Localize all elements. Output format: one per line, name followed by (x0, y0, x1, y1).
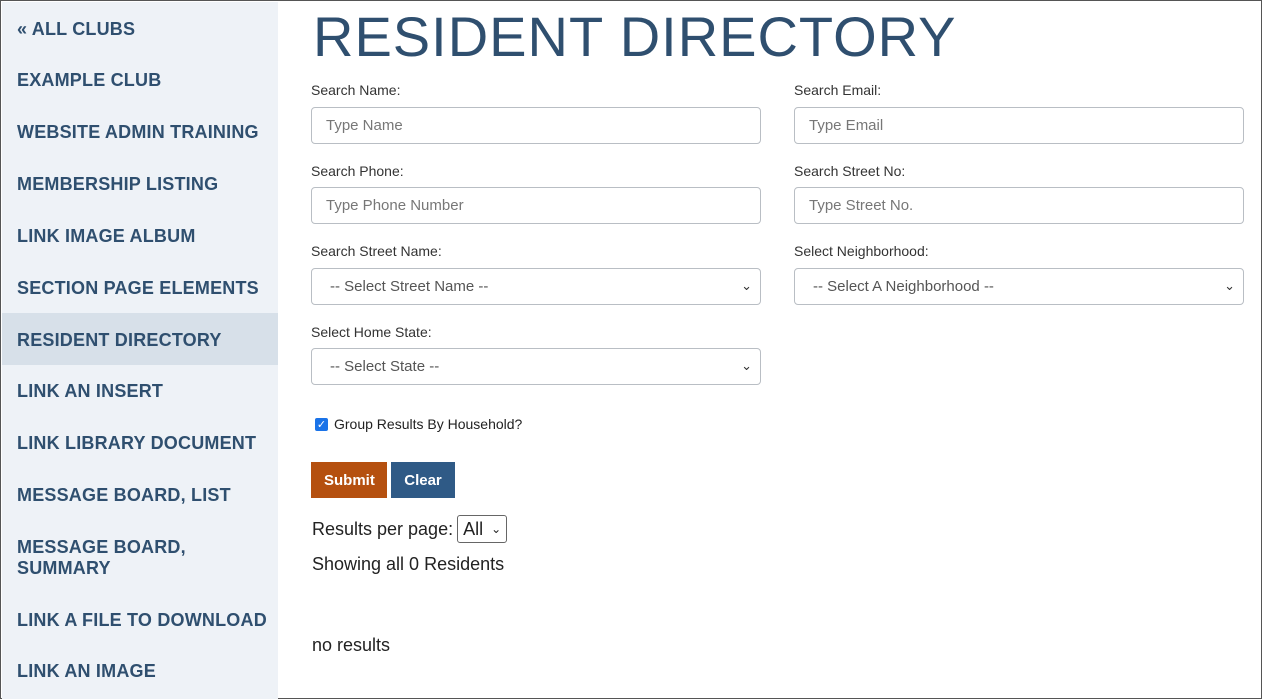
sidebar-item-link-image-album[interactable]: LINK IMAGE ALBUM (2, 226, 278, 247)
chevron-down-icon: ⌄ (1224, 278, 1235, 293)
results-count-text: Showing all 0 Residents (312, 554, 505, 574)
neighborhood-select[interactable]: -- Select A Neighborhood -- ⌄ (794, 268, 1244, 305)
group-by-household-checkbox[interactable]: ✓ (315, 417, 328, 431)
results-per-page-select[interactable]: All ⌄ (457, 515, 508, 543)
submit-button[interactable]: Submit (311, 462, 387, 498)
results-per-page-value: All (463, 518, 484, 539)
search-street-name-label: Search Street Name: (311, 243, 442, 259)
group-by-household-label[interactable]: Group Results By Household? (334, 416, 522, 432)
sidebar-item-message-board-list[interactable]: MESSAGE BOARD, LIST (2, 485, 278, 506)
search-email-label: Search Email: (794, 82, 882, 98)
neighborhood-select-value: -- Select A Neighborhood -- (813, 278, 994, 295)
sidebar-item-resident-directory[interactable]: RESIDENT DIRECTORY (2, 313, 278, 365)
chevron-down-icon: ⌄ (491, 522, 502, 536)
search-phone-input[interactable] (311, 187, 761, 224)
sidebar-item-section-page-elements[interactable]: SECTION PAGE ELEMENTS (2, 278, 278, 299)
select-home-state-label: Select Home State: (311, 324, 432, 340)
street-name-select-value: -- Select Street Name -- (330, 278, 489, 295)
sidebar: « ALL CLUBS EXAMPLE CLUB WEBSITE ADMIN T… (2, 2, 278, 699)
search-street-no-input[interactable] (794, 187, 1244, 224)
results-per-page-label: Results per page: (312, 518, 454, 539)
results-per-page-row: Results per page: All ⌄ (312, 515, 508, 543)
search-email-input[interactable] (794, 107, 1244, 144)
clear-button[interactable]: Clear (391, 462, 455, 498)
select-neighborhood-label: Select Neighborhood: (794, 243, 929, 259)
home-state-select-value: -- Select State -- (330, 358, 440, 375)
chevron-down-icon: ⌄ (741, 278, 752, 293)
sidebar-item-membership-listing[interactable]: MEMBERSHIP LISTING (2, 174, 278, 195)
main-content: RESIDENT DIRECTORY Search Name: Search E… (278, 2, 1261, 698)
sidebar-item-website-admin-training[interactable]: WEBSITE ADMIN TRAINING (2, 122, 278, 143)
sidebar-item-link-a-file-to-download[interactable]: LINK A FILE TO DOWNLOAD (2, 610, 278, 631)
sidebar-item-all-clubs[interactable]: « ALL CLUBS (2, 19, 278, 40)
page-title: RESIDENT DIRECTORY (313, 5, 957, 68)
chevron-down-icon: ⌄ (741, 358, 752, 373)
sidebar-item-example-club[interactable]: EXAMPLE CLUB (2, 70, 278, 91)
search-street-no-label: Search Street No: (794, 163, 906, 179)
search-name-input[interactable] (311, 107, 761, 144)
sidebar-item-message-board-summary[interactable]: MESSAGE BOARD, SUMMARY (2, 537, 202, 579)
sidebar-item-link-library-document[interactable]: LINK LIBRARY DOCUMENT (2, 433, 278, 454)
group-by-household-row: ✓ Group Results By Household? (315, 416, 522, 432)
sidebar-item-link-an-image[interactable]: LINK AN IMAGE (2, 661, 278, 682)
street-name-select[interactable]: -- Select Street Name -- ⌄ (311, 268, 761, 305)
search-phone-label: Search Phone: (311, 163, 404, 179)
search-name-label: Search Name: (311, 82, 401, 98)
sidebar-item-link-an-insert[interactable]: LINK AN INSERT (2, 381, 278, 402)
no-results-text: no results (312, 635, 391, 655)
home-state-select[interactable]: -- Select State -- ⌄ (311, 348, 761, 385)
